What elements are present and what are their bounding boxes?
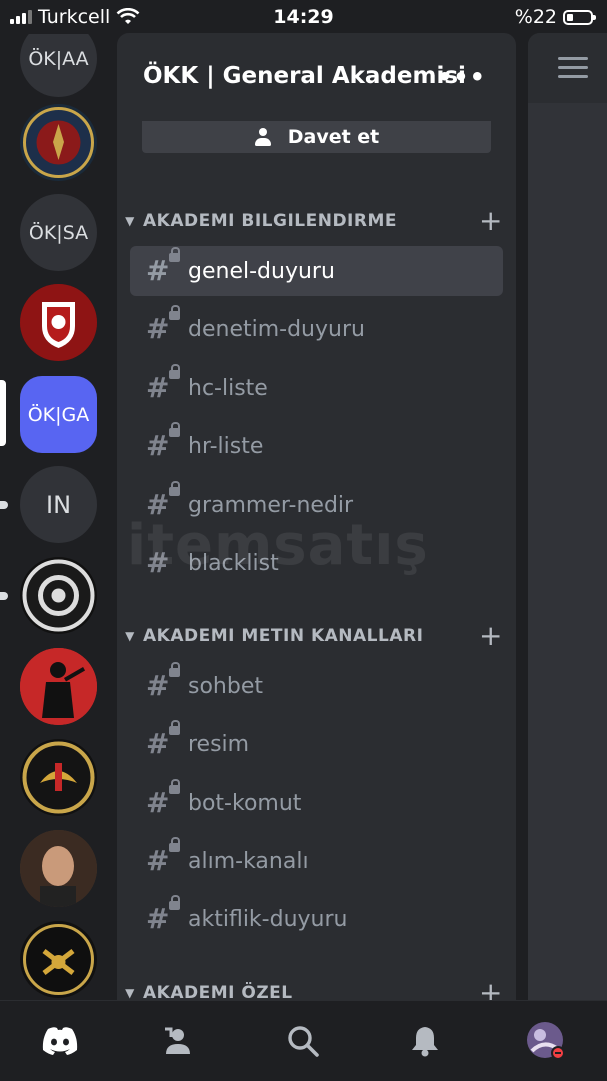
bell-icon: [412, 1027, 438, 1057]
channel-label: genel-duyuru: [188, 258, 335, 284]
guild-more-button[interactable]: •••: [437, 63, 486, 91]
locked-channel-icon: #: [146, 837, 180, 876]
channel-aktiflik-duyuru[interactable]: # aktiflik-duyuru: [130, 894, 503, 944]
server-logo-army[interactable]: [20, 104, 97, 181]
locked-channel-icon: #: [146, 305, 180, 344]
server-logo-scp[interactable]: [20, 557, 97, 634]
unread-indicator: [0, 592, 8, 600]
category-label: AKADEMI BILGILENDIRME: [143, 211, 397, 231]
battery-icon: [563, 9, 596, 25]
profile-tab[interactable]: [526, 1021, 566, 1061]
server-logo-portrait[interactable]: [20, 830, 97, 907]
server-in[interactable]: IN: [20, 466, 97, 543]
server-oksa[interactable]: ÖK|SA: [20, 194, 97, 271]
channel-hc-liste[interactable]: # hc-liste: [130, 363, 503, 413]
locked-channel-icon: #: [146, 779, 180, 818]
portrait-avatar-icon: [20, 830, 97, 907]
user-avatar: [527, 1022, 565, 1060]
channel-label: bot-komut: [188, 790, 302, 816]
shield-emblem-icon: [20, 284, 97, 361]
chevron-down-icon: ▼: [125, 986, 135, 1000]
channel-sohbet[interactable]: # sohbet: [130, 661, 503, 711]
server-logo-academy[interactable]: [20, 284, 97, 361]
locked-channel-icon: #: [146, 895, 180, 934]
channel-bot-komut[interactable]: # bot-komut: [130, 778, 503, 828]
special-forces-emblem-icon: [23, 924, 94, 995]
channel-label: hc-liste: [188, 375, 268, 401]
scp-emblem-icon: [22, 559, 95, 632]
guild-name[interactable]: ÖKK | General Akademisi: [143, 63, 466, 89]
bottom-nav: [0, 1000, 607, 1081]
discord-logo-icon: [42, 1027, 78, 1055]
add-channel-button[interactable]: +: [479, 976, 503, 1000]
channel-label: hr-liste: [188, 433, 264, 459]
battery-percent: %22: [514, 6, 557, 28]
category-akademi-metin-kanallari[interactable]: ▼ AKADEMI METIN KANALLARI +: [123, 619, 503, 652]
chevron-down-icon: ▼: [125, 629, 135, 643]
channel-label: denetim-duyuru: [188, 316, 365, 342]
server-okaa[interactable]: ÖK|AA: [20, 34, 97, 97]
invite-label: Davet et: [287, 126, 380, 148]
server-logo-commando[interactable]: [20, 739, 97, 816]
channel-label: sohbet: [188, 673, 263, 699]
chat-panel[interactable]: [528, 33, 607, 1000]
watermark: itemsatış: [127, 513, 429, 578]
channel-label: aktiflik-duyuru: [188, 906, 348, 932]
unread-indicator: [0, 501, 8, 509]
locked-channel-icon: #: [146, 364, 180, 403]
channel-label: resim: [188, 731, 250, 757]
locked-channel-icon: #: [146, 247, 180, 286]
channel-label: alım-kanalı: [188, 848, 309, 874]
channel-resim[interactable]: # resim: [130, 719, 503, 769]
friends-tab[interactable]: [160, 1021, 200, 1061]
locked-channel-icon: #: [146, 422, 180, 461]
chevron-down-icon: ▼: [125, 214, 135, 228]
notifications-tab[interactable]: [405, 1021, 445, 1061]
commando-emblem-icon: [22, 741, 95, 814]
status-bar: Turkcell 14:29 %22: [0, 0, 607, 34]
friends-icon: [165, 1027, 190, 1054]
locked-channel-icon: #: [146, 720, 180, 759]
soldier-icon: [20, 648, 97, 725]
search-icon: [288, 1026, 319, 1057]
server-list[interactable]: ÖK|AA ÖK|SA ÖK|GA IN: [0, 34, 116, 1000]
home-tab[interactable]: [40, 1021, 80, 1061]
category-akademi-ozel[interactable]: ▼ AKADEMI ÖZEL +: [123, 976, 503, 1000]
channel-denetim-duyuru[interactable]: # denetim-duyuru: [130, 304, 503, 354]
army-emblem-icon: [23, 107, 94, 178]
channel-hr-liste[interactable]: # hr-liste: [130, 421, 503, 471]
channel-panel: ÖKK | General Akademisi ••• Davet et ▼ A…: [117, 33, 516, 1000]
add-channel-button[interactable]: +: [479, 619, 503, 652]
add-person-icon: [254, 128, 272, 146]
category-label: AKADEMI METIN KANALLARI: [143, 626, 424, 646]
category-label: AKADEMI ÖZEL: [143, 983, 293, 1000]
search-tab[interactable]: [283, 1021, 323, 1061]
server-logo-soldier[interactable]: [20, 648, 97, 725]
server-logo-special-forces[interactable]: [20, 921, 97, 998]
server-okga[interactable]: ÖK|GA: [20, 376, 97, 453]
add-channel-button[interactable]: +: [479, 204, 503, 237]
category-akademi-bilgilendirme[interactable]: ▼ AKADEMI BILGILENDIRME +: [123, 204, 503, 237]
invite-button[interactable]: Davet et: [142, 121, 491, 153]
channel-alim-kanali[interactable]: # alım-kanalı: [130, 836, 503, 886]
selected-server-indicator: [0, 380, 6, 446]
channel-genel-duyuru[interactable]: # genel-duyuru: [130, 246, 503, 296]
hamburger-menu-icon[interactable]: [558, 57, 588, 84]
locked-channel-icon: #: [146, 662, 180, 701]
